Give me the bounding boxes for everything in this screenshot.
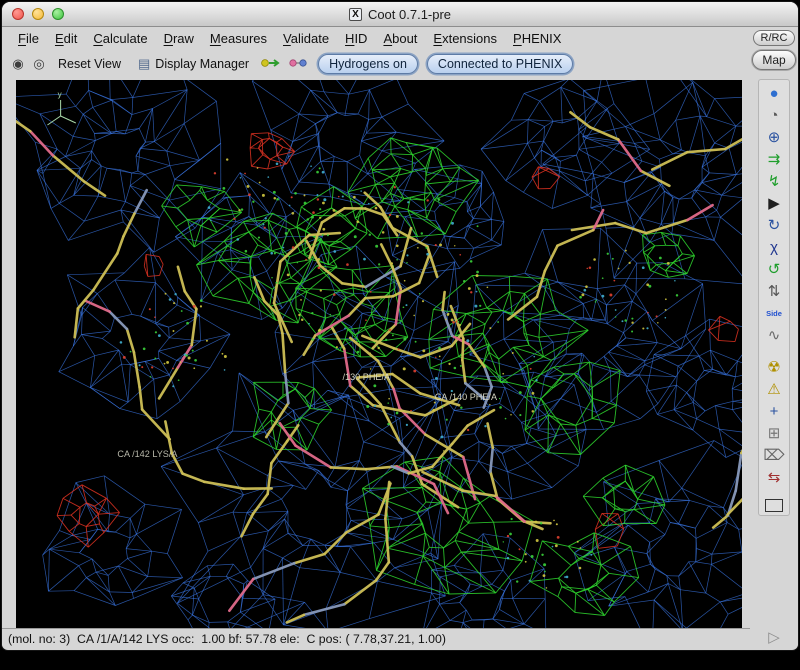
regularize-icon[interactable]: ↯	[761, 171, 787, 192]
phenix-connection-toggle[interactable]: Connected to PHENIX	[427, 54, 573, 74]
molecular-viewport[interactable]: y/130 PHE/A CA /140 PHE/A CA /142 LYS/A	[16, 80, 742, 628]
modelling-toolbar: ●◔⊕⇉↯▶↻χ↺⇅Side∿ ☢⚠+⊞⌦⇆	[758, 79, 790, 516]
menubar: FileEditCalculateDrawMeasuresValidateHID…	[2, 27, 750, 50]
display-manager-icon: ▤	[138, 56, 150, 72]
electron-density-scene[interactable]: y/130 PHE/A CA /140 PHE/A CA /142 LYS/A	[16, 80, 742, 628]
menu-file[interactable]: File	[10, 29, 47, 48]
rrc-button[interactable]: R/RC	[753, 30, 796, 46]
menu-draw[interactable]: Draw	[156, 29, 202, 48]
menu-calculate[interactable]: Calculate	[85, 29, 155, 48]
rrc-label: R/RC	[761, 32, 788, 44]
svg-text:CA /140 PHE/A: CA /140 PHE/A	[435, 392, 498, 402]
display-manager-label: Display Manager	[155, 57, 249, 71]
menu-hid[interactable]: HID	[337, 29, 375, 48]
titlebar[interactable]: X Coot 0.7.1-pre	[2, 2, 798, 27]
add-alt-conf-icon[interactable]: ⊞	[761, 423, 787, 444]
window-title-text: Coot 0.7.1-pre	[368, 7, 451, 22]
minimize-button[interactable]	[32, 8, 44, 20]
delete-item-icon[interactable]: ⌦	[761, 445, 787, 466]
clock-icon[interactable]: ◔	[761, 105, 787, 126]
undo-redo-icon[interactable]: ⇆	[761, 467, 787, 488]
edit-chi-angles-icon[interactable]: χ	[761, 237, 787, 258]
menu-edit[interactable]: Edit	[47, 29, 85, 48]
toolbar-separator	[761, 347, 787, 356]
window-title: X Coot 0.7.1-pre	[2, 2, 798, 26]
flip-peptide-icon[interactable]: ⇅	[761, 281, 787, 302]
backbone-edit-icon[interactable]: ∿	[761, 325, 787, 346]
main-toolbar: ◉ ◎ Reset View ▤ Display Manager	[2, 50, 750, 78]
refresh-icon[interactable]: ◉	[10, 56, 26, 72]
svg-text:/130 PHE/A: /130 PHE/A	[342, 372, 391, 382]
target-icon[interactable]: ◎	[31, 56, 47, 72]
sphere-refine-icon[interactable]: ●	[761, 83, 787, 104]
rigid-body-fit-icon[interactable]: ▶	[761, 193, 787, 214]
display-manager-button[interactable]: ▤ Display Manager	[132, 54, 255, 74]
menu-measures[interactable]: Measures	[202, 29, 275, 48]
map-button[interactable]: Map	[752, 50, 795, 70]
display-manager-flag-icon[interactable]	[765, 499, 783, 512]
real-space-refine-icon[interactable]: ⇉	[761, 149, 787, 170]
hydrogens-label: Hydrogens on	[329, 57, 407, 71]
status-bar: (mol. no: 3) CA /1/A/142 LYS occ: 1.00 b…	[2, 628, 750, 649]
toolbar-separator	[761, 489, 787, 498]
goto-atom-icon[interactable]	[260, 56, 282, 73]
side-chain-flip-icon[interactable]: Side	[761, 303, 787, 324]
torsion-general-icon[interactable]: ↺	[761, 259, 787, 280]
mutate-icon[interactable]: ☢	[761, 357, 787, 378]
mutate-autofit-icon[interactable]: ⚠	[761, 379, 787, 400]
menu-about[interactable]: About	[375, 29, 425, 48]
traffic-lights	[2, 8, 64, 20]
menu-phenix[interactable]: PHENIX	[505, 29, 569, 48]
menu-validate[interactable]: Validate	[275, 29, 337, 48]
status-play-icon[interactable]: ▷	[768, 628, 780, 646]
add-terminal-residue-icon[interactable]: +	[761, 401, 787, 422]
x11-app-icon: X	[349, 8, 362, 21]
svg-text:y: y	[58, 90, 62, 99]
right-panel: R/RC Map ●◔⊕⇉↯▶↻χ↺⇅Side∿ ☢⚠+⊞⌦⇆ ▷	[750, 27, 798, 649]
zoom-button[interactable]	[52, 8, 64, 20]
rotate-translate-icon[interactable]: ⊕	[761, 127, 787, 148]
auto-fit-rotamer-icon[interactable]: ↻	[761, 215, 787, 236]
molecule-icon[interactable]	[287, 56, 309, 73]
menu-extensions[interactable]: Extensions	[425, 29, 505, 48]
phenix-connection-label: Connected to PHENIX	[438, 57, 562, 71]
map-label: Map	[762, 53, 785, 67]
coot-window: X Coot 0.7.1-pre FileEditCalculateDrawMe…	[2, 2, 798, 650]
svg-text:CA /142 LYS/A: CA /142 LYS/A	[117, 449, 178, 459]
reset-view-button[interactable]: Reset View	[52, 55, 127, 73]
status-text: (mol. no: 3) CA /1/A/142 LYS occ: 1.00 b…	[8, 632, 446, 646]
close-button[interactable]	[12, 8, 24, 20]
hydrogens-toggle[interactable]: Hydrogens on	[318, 54, 418, 74]
reset-view-label: Reset View	[58, 57, 121, 71]
